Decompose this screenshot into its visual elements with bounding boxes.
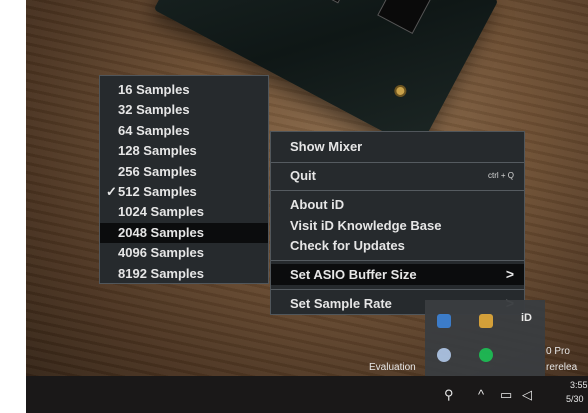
menu-item-label: Quit [290, 168, 316, 183]
menu-separator [271, 190, 524, 191]
network-icon[interactable]: ▭ [500, 376, 512, 413]
buffer-option-label: 128 Samples [118, 143, 197, 159]
buffer-option-label: 1024 Samples [118, 204, 205, 220]
buffer-option-label: 8192 Samples [118, 265, 205, 281]
show-mixer-menu-item[interactable]: Show Mixer [271, 136, 524, 157]
checkmark-icon: ✓ [106, 183, 117, 199]
pcb-mount-hole [392, 82, 409, 100]
buffer-option-1024[interactable]: 1024 Samples [100, 202, 268, 222]
set-buffer-size-menu-item[interactable]: Set ASIO Buffer Size > [271, 264, 524, 285]
buffer-option-label: 4096 Samples [118, 245, 205, 261]
buffer-option-256[interactable]: 256 Samples [100, 162, 268, 182]
buffer-option-label: 512 Samples [118, 183, 197, 199]
buffer-option-32[interactable]: 32 Samples [100, 100, 268, 120]
about-menu-item[interactable]: About iD [271, 194, 524, 215]
buffer-option-label: 64 Samples [118, 122, 190, 138]
clock-time[interactable]: 3:55 [570, 380, 588, 390]
watermark-text-line1: 0 Pro [546, 346, 570, 357]
tray-context-menu: Show Mixer Quit ctrl + Q About iD Visit … [270, 131, 525, 315]
menu-item-label: About iD [290, 197, 345, 212]
check-updates-menu-item[interactable]: Check for Updates [271, 235, 524, 256]
menu-item-label: Show Mixer [290, 139, 363, 154]
cloud-tray-icon[interactable] [437, 348, 451, 362]
buffer-option-64[interactable]: 64 Samples [100, 121, 268, 141]
security-tray-icon[interactable] [479, 314, 493, 328]
watermark-text-line2: rerelea [546, 362, 578, 373]
menu-separator [271, 260, 524, 261]
menu-item-label: Check for Updates [290, 238, 405, 253]
chevron-up-icon[interactable]: ^ [478, 376, 484, 413]
buffer-option-512[interactable]: ✓ 512 Samples [100, 182, 268, 202]
pcb-chip [377, 0, 432, 35]
bluetooth-tray-icon[interactable] [437, 314, 451, 328]
volume-icon[interactable]: ◁ [522, 376, 532, 413]
pcb-header [232, 0, 347, 4]
buffer-option-2048[interactable]: 2048 Samples [100, 222, 268, 244]
menu-item-label: Visit iD Knowledge Base [290, 218, 442, 233]
people-icon[interactable]: ⚲ [444, 376, 454, 413]
buffer-option-label: 2048 Samples [118, 224, 205, 240]
buffer-option-label: 256 Samples [118, 163, 197, 179]
menu-separator [271, 162, 524, 163]
id-tray-icon[interactable]: iD [521, 312, 532, 324]
knowledge-base-menu-item[interactable]: Visit iD Knowledge Base [271, 215, 524, 236]
tray-overflow-popup: iD [425, 300, 545, 376]
buffer-option-16[interactable]: 16 Samples [100, 80, 268, 100]
buffer-size-submenu: 16 Samples 32 Samples 64 Samples 128 Sam… [99, 75, 269, 284]
buffer-option-label: 16 Samples [118, 82, 190, 97]
buffer-option-4096[interactable]: 4096 Samples [100, 243, 268, 263]
evaluation-watermark: Evaluation [369, 362, 416, 373]
spotify-tray-icon[interactable] [479, 348, 493, 362]
buffer-option-label: 32 Samples [118, 102, 190, 118]
buffer-option-128[interactable]: 128 Samples [100, 141, 268, 161]
taskbar: ⚲ ^ ▭ ◁ [26, 376, 588, 413]
quit-shortcut: ctrl + Q [487, 171, 514, 180]
menu-separator [271, 289, 524, 290]
buffer-option-8192[interactable]: 8192 Samples [100, 264, 268, 284]
menu-item-label: Set ASIO Buffer Size [290, 267, 417, 282]
quit-menu-item[interactable]: Quit ctrl + Q [271, 165, 524, 186]
submenu-arrow-icon: > [505, 266, 514, 282]
menu-item-label: Set Sample Rate [290, 296, 392, 311]
clock-date[interactable]: 5/30 [566, 394, 584, 404]
